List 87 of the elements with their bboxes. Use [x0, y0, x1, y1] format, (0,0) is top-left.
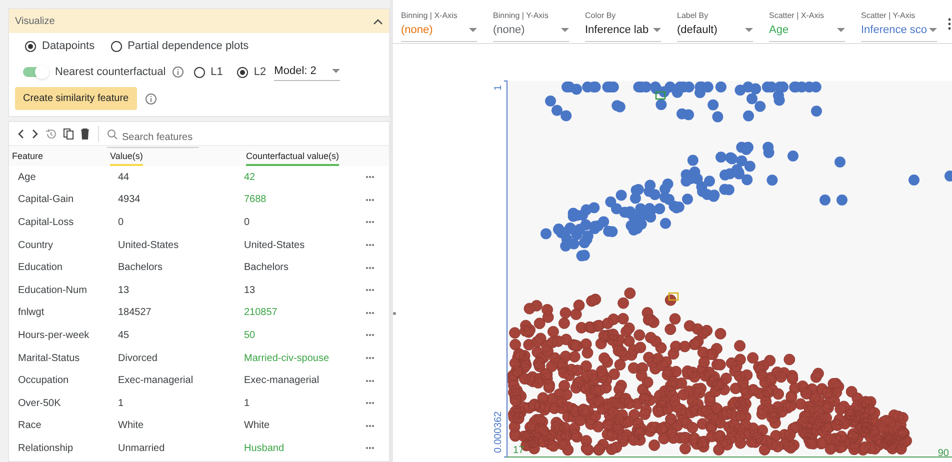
feature-value: 44 [118, 170, 130, 185]
feature-name: Hours-per-week [18, 328, 90, 343]
feature-value: Divorced [118, 352, 158, 366]
history-icon[interactable] [45, 128, 57, 140]
feature-value: 13 [118, 284, 130, 298]
feature-value: United-States [118, 238, 180, 253]
axis-tick-label: 1 [493, 85, 504, 91]
feature-name: Country [18, 238, 54, 253]
feature-name: Race [18, 419, 42, 434]
feature-name: Capital-Gain [18, 193, 75, 208]
caret-icon[interactable] [469, 28, 477, 33]
dropdown-field[interactable]: Binning | Y-Axis (none) [493, 10, 569, 42]
radio-label: L1 [210, 64, 223, 80]
feature-name: Occupation [18, 374, 70, 388]
counterfactual-point-marker[interactable] [668, 292, 679, 301]
toggle-switch[interactable] [23, 65, 49, 79]
toggle-label: Nearest counterfactual [55, 64, 166, 80]
radio-label: Datapoints [42, 38, 95, 54]
feature-value: Bachelors [118, 261, 164, 276]
info-icon[interactable] [172, 66, 184, 78]
counterfactual-value: Husband [244, 442, 286, 456]
feature-value: 184527 [118, 306, 152, 320]
caret-icon[interactable] [332, 69, 340, 74]
counterfactual-value: Married-civ-spouse [244, 352, 330, 366]
feature-name: fnlwgt [18, 306, 46, 320]
caret-icon[interactable] [837, 28, 845, 33]
section-title: Visualize [15, 14, 55, 28]
radio-label: Partial dependence plots [128, 38, 249, 54]
dropdown-field[interactable]: Label By (default) [677, 10, 753, 42]
dropdown-field[interactable]: Scatter | X-Axis Age [769, 10, 845, 42]
counterfactual-value: 1 [244, 396, 251, 411]
feature-name: Age [18, 170, 37, 185]
caret-icon[interactable] [561, 28, 569, 33]
caret-icon[interactable] [653, 28, 661, 33]
feature-name: Marital-Status [18, 352, 81, 366]
counterfactual-value: 0 [244, 216, 251, 230]
column-header: Feature [12, 151, 44, 163]
counterfactual-value: 13 [244, 284, 256, 298]
feature-name: Over-50K [18, 396, 62, 411]
feature-value: Exec-managerial [118, 374, 194, 388]
counterfactual-value: 50 [244, 328, 256, 343]
axis-tick-label: 0.000362 [493, 411, 504, 453]
feature-value: White [118, 419, 145, 434]
feature-name: Capital-Loss [18, 216, 75, 230]
collapse-icon[interactable] [373, 18, 383, 24]
counterfactual-value: United-States [244, 238, 306, 253]
dropdown-field[interactable]: Color By Inference lab [585, 10, 661, 42]
forward-icon[interactable] [31, 128, 39, 138]
counterfactual-value: 7688 [244, 193, 268, 208]
feature-name: Education [18, 261, 64, 276]
axis-tick-label: 90 [938, 448, 949, 459]
feature-value: 1 [118, 396, 125, 411]
radio-button[interactable] [194, 66, 205, 78]
info-icon[interactable] [144, 92, 157, 104]
feature-value: Unmarried [118, 442, 166, 456]
caret-icon[interactable] [745, 28, 753, 33]
counterfactual-value: Exec-managerial [244, 374, 320, 388]
selected-point-marker[interactable] [655, 91, 666, 100]
counterfactual-value: 42 [244, 170, 256, 185]
search-icon [107, 128, 118, 140]
radio-button[interactable] [25, 40, 36, 52]
model-dropdown[interactable]: Model: 2 [274, 63, 340, 81]
splitter-handle[interactable] [393, 312, 396, 315]
radio-button[interactable] [236, 66, 248, 78]
radio-label: L2 [254, 64, 266, 80]
dropdown-field[interactable]: Scatter | Y-Axis Inference sco [861, 10, 937, 42]
copy-icon[interactable] [63, 128, 74, 140]
counterfactual-value: Bachelors [244, 261, 290, 276]
axis-tick-label: 17 [513, 445, 524, 456]
dropdown-field[interactable]: Binning | X-Axis (none) [401, 10, 477, 42]
column-header: Value(s) [110, 151, 143, 166]
create-similarity-button[interactable]: Create similarity feature [15, 87, 137, 110]
radio-button[interactable] [110, 40, 122, 52]
back-icon[interactable] [17, 128, 25, 138]
column-header: Counterfactual value(s) [246, 151, 340, 166]
feature-value: 45 [118, 328, 130, 343]
feature-value: 4934 [118, 193, 142, 208]
section-header[interactable]: Visualize [9, 9, 389, 33]
counterfactual-value: 210857 [244, 306, 278, 320]
feature-name: Education-Num [18, 284, 88, 298]
search-field[interactable]: Search features [107, 128, 199, 148]
counterfactual-value: White [244, 419, 271, 434]
more-icon[interactable] [948, 18, 951, 30]
delete-icon[interactable] [80, 128, 90, 140]
feature-value: 0 [118, 216, 125, 230]
feature-name: Relationship [18, 442, 74, 456]
caret-icon[interactable] [929, 28, 937, 33]
